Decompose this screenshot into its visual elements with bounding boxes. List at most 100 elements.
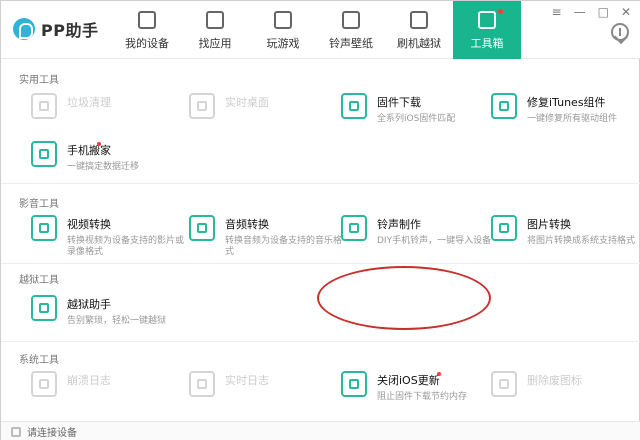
- app-window: PP助手 我的设备 找应用 玩游戏 铃声壁纸 刷机越狱 工具箱 ≡ — □ ✕ …: [0, 0, 640, 440]
- nav-my-device[interactable]: 我的设备: [113, 1, 181, 59]
- tool-title: 图片转换: [527, 218, 571, 231]
- wrench-icon: [491, 93, 517, 119]
- nav-label: 刷机越狱: [397, 37, 441, 50]
- cube-icon: [341, 93, 367, 119]
- tool-text: 固件下载 全系列iOS固件匹配: [377, 93, 455, 125]
- nav-find-apps[interactable]: 找应用: [181, 1, 249, 59]
- tool-text: 图片转换 将图片转换成系统支持格式: [527, 215, 635, 247]
- notification-dot: [498, 9, 503, 14]
- tool-text: 崩溃日志: [67, 371, 111, 392]
- toolbox-content: 实用工具 垃圾清理 实时桌面 固件下载 全系列iOS固件匹配 修复iTunes组…: [1, 59, 640, 421]
- main-nav: 我的设备 找应用 玩游戏 铃声壁纸 刷机越狱 工具箱: [113, 1, 521, 59]
- minimize-button[interactable]: —: [574, 5, 586, 19]
- tool-title: 越狱助手: [67, 298, 111, 311]
- tool-fix-itunes[interactable]: 修复iTunes组件 一键修复所有驱动组件: [491, 93, 617, 125]
- pp-logo-icon: [13, 18, 35, 40]
- icon-inner: [197, 101, 207, 111]
- icon-inner: [197, 379, 207, 389]
- tool-firmware-download[interactable]: 固件下载 全系列iOS固件匹配: [341, 93, 455, 125]
- tool-desc: 一键搞定数据迁移: [67, 162, 140, 172]
- tool-title: 铃声制作: [377, 218, 421, 231]
- nav-label: 玩游戏: [266, 37, 300, 50]
- tool-title: 固件下载: [377, 96, 421, 109]
- nav-label: 我的设备: [125, 37, 169, 50]
- maximize-button[interactable]: □: [598, 5, 609, 19]
- icon-inner: [349, 101, 359, 111]
- tool-ringtone-make[interactable]: 铃声制作 DIY手机铃声，一键导入设备: [341, 215, 491, 247]
- nav-label: 铃声壁纸: [329, 37, 373, 50]
- monitor-icon: [189, 93, 215, 119]
- tool-phone-move[interactable]: 手机搬家 一键搞定数据迁移: [31, 141, 139, 173]
- icon-inner: [197, 223, 207, 233]
- tool-title: 删除废图标: [527, 374, 582, 387]
- bell-icon: [341, 215, 367, 241]
- nav-label: 工具箱: [470, 37, 504, 50]
- tool-title: 视频转换: [67, 218, 111, 231]
- status-bar: 请连接设备: [1, 421, 640, 440]
- section-title-system: 系统工具: [19, 355, 59, 366]
- tool-realtime-log: 实时日志: [189, 371, 269, 397]
- icon-inner: [349, 379, 359, 389]
- icon-inner: [499, 223, 509, 233]
- section-title-media: 影音工具: [19, 199, 59, 210]
- tool-desc: 一键修复所有驱动组件: [527, 114, 618, 124]
- log-live-icon: [189, 371, 215, 397]
- tool-clean: 垃圾清理: [31, 93, 111, 119]
- tool-text: 实时日志: [225, 371, 269, 392]
- log-icon: [31, 371, 57, 397]
- tool-image-convert[interactable]: 图片转换 将图片转换成系统支持格式: [491, 215, 635, 247]
- tool-desc: 转换视频为设备支持的影片或录像格式: [67, 236, 185, 258]
- nav-games[interactable]: 玩游戏: [249, 1, 317, 59]
- status-text: 请连接设备: [27, 428, 77, 439]
- tool-text: 越狱助手 告别繁琐，轻松一键越狱: [67, 295, 166, 327]
- icon-inner: [39, 223, 49, 233]
- nav-flash-jailbreak[interactable]: 刷机越狱: [385, 1, 453, 59]
- red-highlight-ellipse: [317, 266, 491, 330]
- tool-text: 铃声制作 DIY手机铃声，一键导入设备: [377, 215, 491, 247]
- gamepad-icon: [274, 11, 292, 29]
- icon-inner: [39, 379, 49, 389]
- tool-text: 音频转换 转换音频为设备支持的音乐格式: [225, 215, 343, 259]
- nav-ringtones-wallpapers[interactable]: 铃声壁纸: [317, 1, 385, 59]
- tool-text: 手机搬家 一键搞定数据迁移: [67, 141, 139, 173]
- section-title-jailbreak: 越狱工具: [19, 275, 59, 286]
- bell-wallpaper-icon: [342, 11, 360, 29]
- tool-crash-log: 崩溃日志: [31, 371, 111, 397]
- download-icon[interactable]: [611, 23, 629, 41]
- tool-text: 修复iTunes组件 一键修复所有驱动组件: [527, 93, 617, 125]
- pencil-icon: [31, 295, 57, 321]
- app-title: PP助手: [41, 21, 99, 40]
- tool-text: 删除废图标: [527, 371, 582, 392]
- menu-icon[interactable]: ≡: [552, 5, 562, 19]
- tool-text: 实时桌面: [225, 93, 269, 114]
- tool-title: 修复iTunes组件: [527, 96, 606, 109]
- close-button[interactable]: ✕: [621, 5, 631, 19]
- nav-toolbox[interactable]: 工具箱: [453, 1, 521, 59]
- icon-inner: [499, 379, 509, 389]
- image-icon: [491, 215, 517, 241]
- top-navigation-bar: PP助手 我的设备 找应用 玩游戏 铃声壁纸 刷机越狱 工具箱 ≡ — □ ✕: [1, 1, 640, 59]
- device-icon: [11, 426, 21, 437]
- film-icon: [31, 215, 57, 241]
- tool-jailbreak-helper[interactable]: 越狱助手 告别繁琐，轻松一键越狱: [31, 295, 166, 327]
- notification-dot: [437, 372, 441, 376]
- tool-title: 实时日志: [225, 374, 269, 387]
- section-title-practical: 实用工具: [19, 75, 59, 86]
- icon-inner: [499, 101, 509, 111]
- window-controls: ≡ — □ ✕: [552, 5, 631, 19]
- trash-icon: [491, 371, 517, 397]
- tool-audio-convert[interactable]: 音频转换 转换音频为设备支持的音乐格式: [189, 215, 343, 259]
- icon-inner: [349, 223, 359, 233]
- phone-lock-icon: [341, 371, 367, 397]
- tool-title: 手机搬家: [67, 144, 111, 157]
- tool-disable-ios-update[interactable]: 关闭iOS更新 阻止固件下载节约内存: [341, 371, 467, 403]
- tool-text: 垃圾清理: [67, 93, 111, 114]
- tool-remove-spare-icons: 删除废图标: [491, 371, 582, 397]
- tool-desc: 将图片转换成系统支持格式: [527, 236, 636, 246]
- tool-video-convert[interactable]: 视频转换 转换视频为设备支持的影片或录像格式: [31, 215, 185, 259]
- tool-desc: 告别繁琐，轻松一键越狱: [67, 316, 167, 326]
- divider: [1, 263, 640, 264]
- icon-inner: [39, 303, 49, 313]
- tool-realtime-desktop: 实时桌面: [189, 93, 269, 119]
- tool-desc: 阻止固件下载节约内存: [377, 392, 468, 402]
